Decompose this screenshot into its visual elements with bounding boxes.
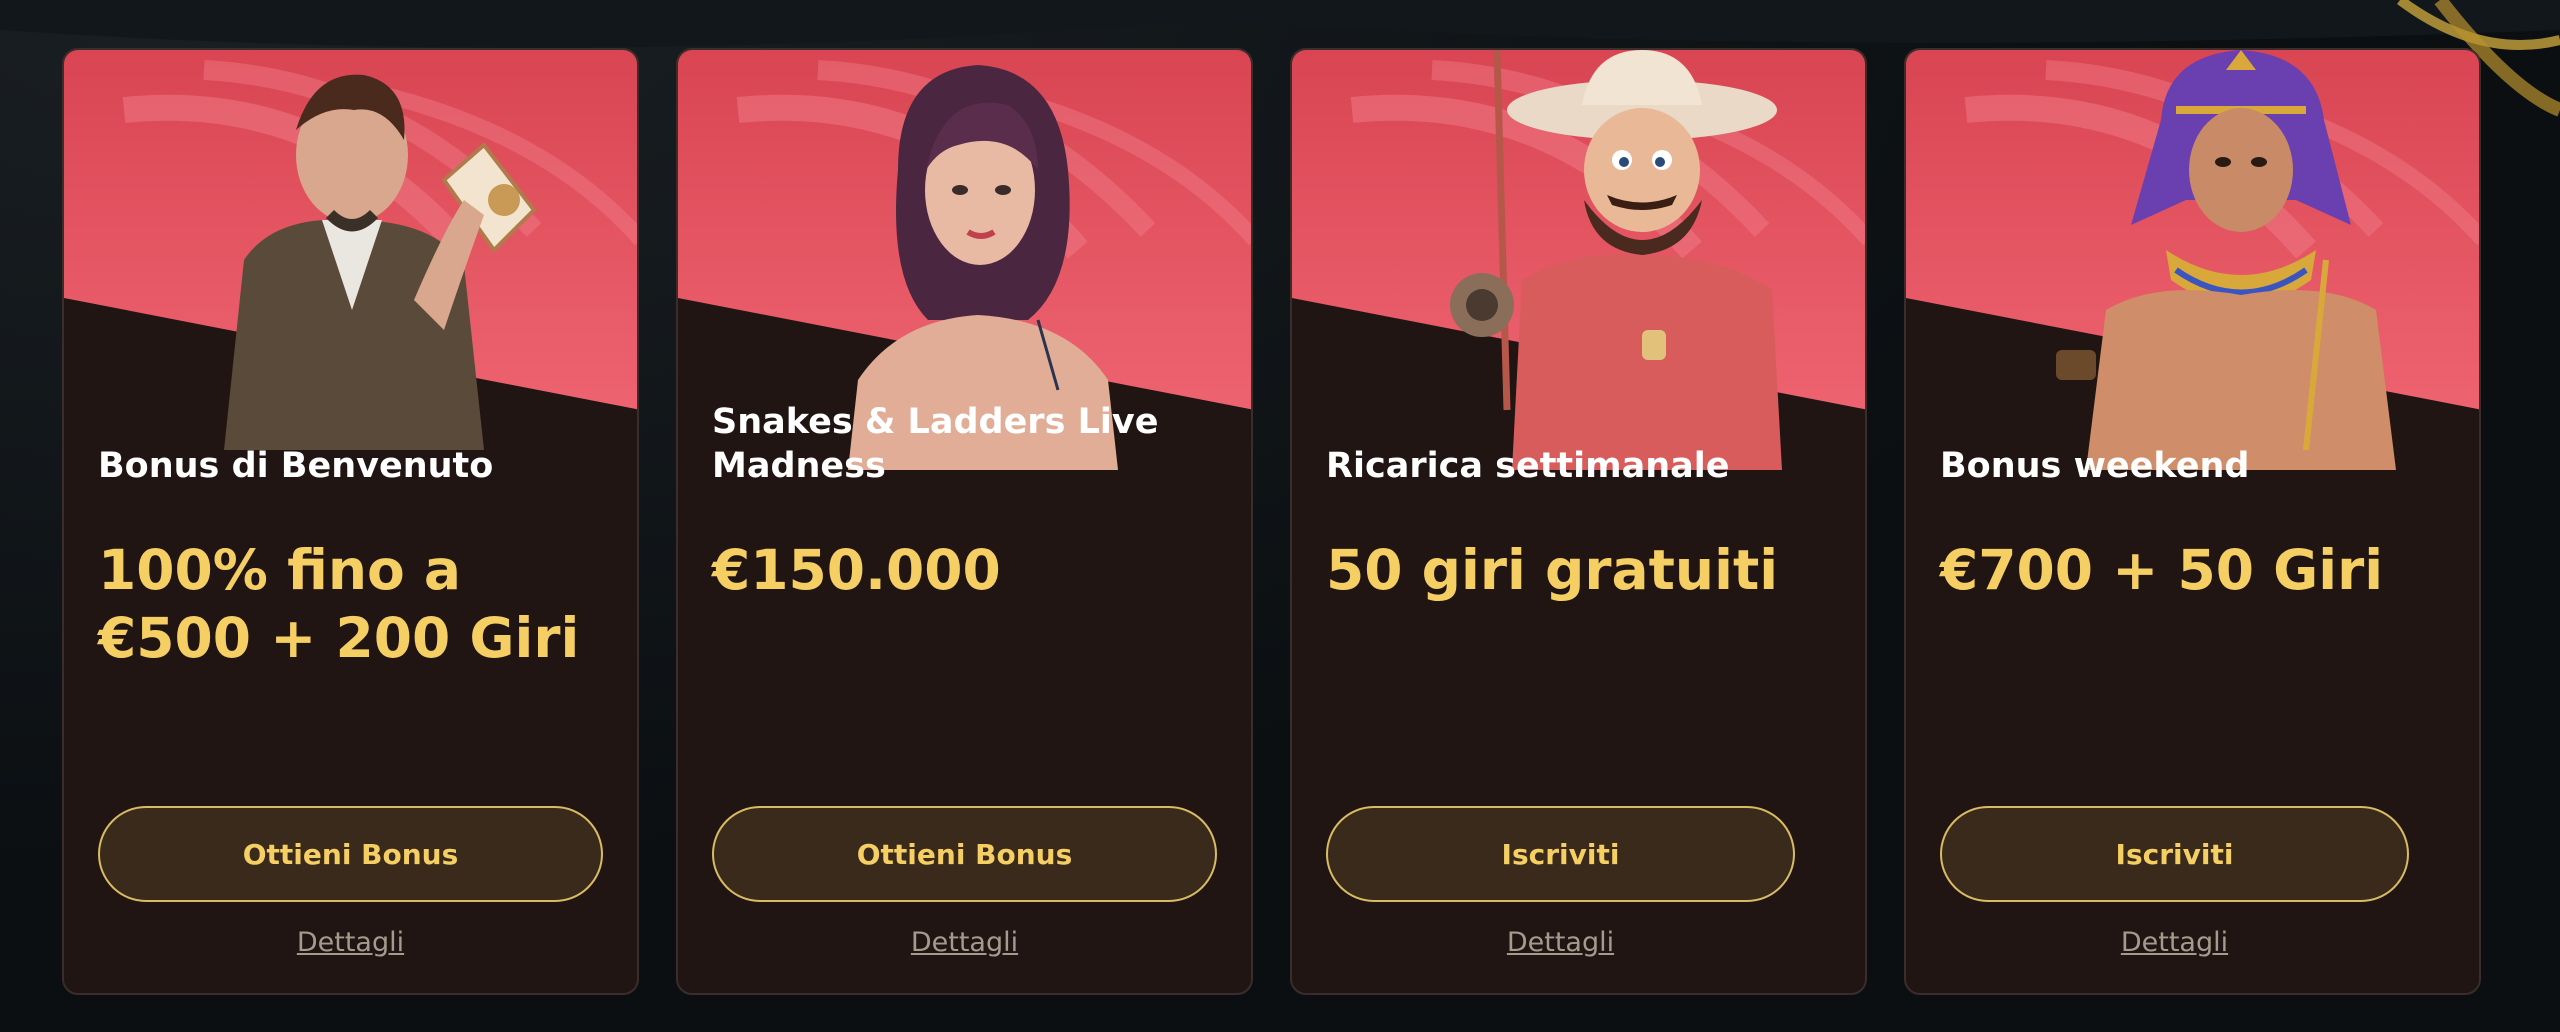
get-bonus-button[interactable]: Ottieni Bonus [712,806,1217,902]
get-bonus-button[interactable]: Ottieni Bonus [98,806,603,902]
promo-card-content: Ricarica settimanale 50 giri gratuiti Is… [1326,50,1831,993]
promo-card-weekend-bonus: Bonus weekend €700 + 50 Giri Iscriviti D… [1904,48,2481,995]
promo-amount: 50 giri gratuiti [1326,538,1779,602]
details-link[interactable]: Dettagli [1940,927,2409,967]
promo-amount: €150.000 [712,538,1001,602]
details-link[interactable]: Dettagli [1326,927,1795,967]
promo-cards-row: Bonus di Benvenuto 100% fino a €500 + 20… [62,48,2481,995]
promo-card-content: Bonus di Benvenuto 100% fino a €500 + 20… [98,50,603,993]
promo-card-snakes-ladders: Snakes & Ladders Live Madness €150.000 O… [676,48,1253,995]
promo-card-content: Snakes & Ladders Live Madness €150.000 O… [712,50,1217,993]
promotions-page: Bonus di Benvenuto 100% fino a €500 + 20… [0,0,2560,1032]
promo-amount: €700 + 50 Giri [1940,538,2384,602]
subscribe-button[interactable]: Iscriviti [1326,806,1795,902]
promo-card-weekly-reload: Ricarica settimanale 50 giri gratuiti Is… [1290,48,1867,995]
promo-title: Ricarica settimanale [1326,446,1730,486]
promo-title: Snakes & Ladders Live Madness [712,402,1159,486]
promo-title: Bonus di Benvenuto [98,446,494,486]
promo-card-content: Bonus weekend €700 + 50 Giri Iscriviti D… [1940,50,2445,993]
promo-card-welcome-bonus: Bonus di Benvenuto 100% fino a €500 + 20… [62,48,639,995]
subscribe-button[interactable]: Iscriviti [1940,806,2409,902]
promo-title: Bonus weekend [1940,446,2250,486]
promo-amount: 100% fino a €500 + 200 Giri [98,538,580,670]
details-link[interactable]: Dettagli [712,927,1217,967]
details-link[interactable]: Dettagli [98,927,603,967]
